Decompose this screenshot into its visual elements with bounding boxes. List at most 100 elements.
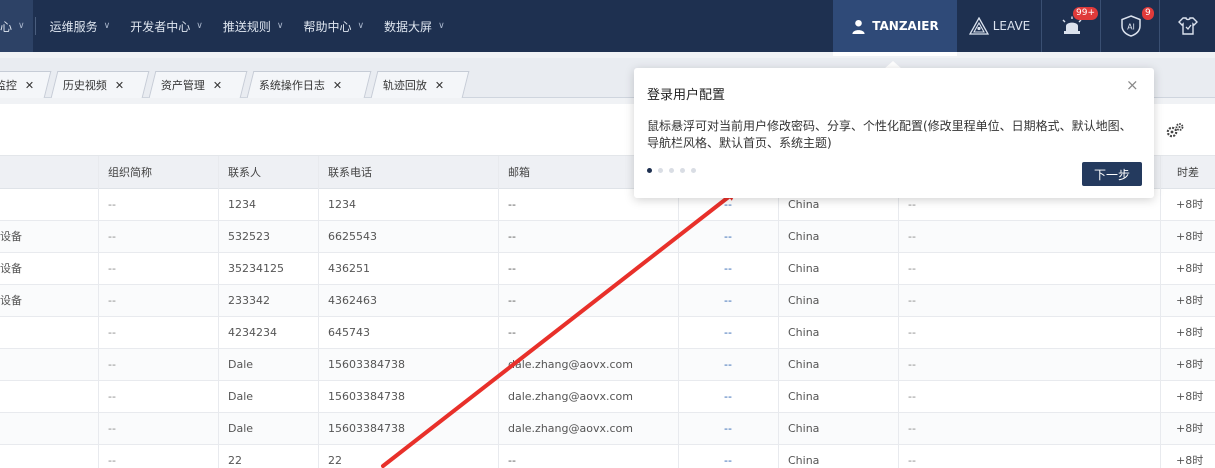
- cell-phone: 1234: [328, 198, 356, 211]
- column-settings-gears-icon[interactable]: [1165, 122, 1185, 140]
- cell-tz: +8时: [1176, 294, 1204, 307]
- cell-tz: +8时: [1176, 390, 1204, 403]
- col-header-contact[interactable]: 联系人: [228, 156, 261, 189]
- nav-menu-help-center[interactable]: 帮助中心 ∨: [293, 0, 374, 52]
- column-divider: [678, 156, 679, 468]
- nav-menu-monitor-center[interactable]: 心 ∨: [0, 0, 33, 52]
- cell-phone: 15603384738: [328, 390, 405, 403]
- nav-menu-label: 运维服务: [49, 19, 98, 34]
- cell-tz: +8时: [1176, 198, 1204, 211]
- cell-org: --: [108, 262, 116, 275]
- cell-d1: --: [724, 230, 732, 243]
- next-step-button[interactable]: 下一步: [1082, 162, 1142, 186]
- column-divider: [218, 156, 219, 468]
- table-row[interactable]: -- Dale 15603384738 dale.zhang@aovx.com -- Ch…: [0, 349, 1215, 381]
- tab-label: 系统操作日志: [258, 79, 325, 92]
- step-dot-active: [647, 168, 652, 173]
- col-header-phone[interactable]: 联系电话: [328, 156, 372, 189]
- tab-track-playback[interactable]: 轨迹回放 ✕: [370, 71, 470, 98]
- cell-phone: 6625543: [328, 230, 377, 243]
- cell-country: China: [788, 326, 820, 339]
- close-icon[interactable]: ✕: [25, 79, 34, 92]
- cell-email: --: [508, 198, 516, 211]
- cell-d2: --: [908, 422, 916, 435]
- cell-contact: 233342: [228, 294, 270, 307]
- tab-label: 资产管理: [160, 79, 205, 92]
- cell-country: China: [788, 422, 820, 435]
- leave-button[interactable]: LEAVE: [958, 0, 1042, 52]
- cell-d2: --: [908, 454, 916, 467]
- top-navigation-bar: 心 ∨ 运维服务 ∨ 开发者中心 ∨ 推送规则 ∨ 帮助中心 ∨ 数据大屏 ∨ …: [0, 0, 1215, 52]
- shirt-style-icon: [1178, 17, 1198, 35]
- cell-country: China: [788, 262, 820, 275]
- cell-org: --: [108, 294, 116, 307]
- table-row[interactable]: -- Dale 15603384738 dale.zhang@aovx.com -- Ch…: [0, 413, 1215, 445]
- cell-country: China: [788, 358, 820, 371]
- nav-menu-ops-service[interactable]: 运维服务 ∨: [40, 0, 121, 52]
- tab-history-video[interactable]: 历史视频 ✕: [50, 71, 150, 98]
- cell-tz: +8时: [1176, 326, 1204, 339]
- cell-c0: 设备: [0, 294, 22, 307]
- chevron-down-icon: ∨: [357, 21, 365, 31]
- close-icon[interactable]: ✕: [435, 79, 444, 92]
- cell-email: --: [508, 454, 516, 467]
- cell-org: --: [108, 326, 116, 339]
- table-row[interactable]: 设备 -- 233342 4362463 -- -- China -- +8时: [0, 285, 1215, 317]
- step-dot: [669, 168, 674, 173]
- table-row[interactable]: -- Dale 15603384738 dale.zhang@aovx.com -- Ch…: [0, 381, 1215, 413]
- col-header-email[interactable]: 邮箱: [508, 156, 530, 189]
- cell-c0: 设备: [0, 230, 22, 243]
- table-row[interactable]: 设备 -- 35234125 436251 -- -- China -- +8时: [0, 253, 1215, 285]
- cell-email: --: [508, 294, 516, 307]
- table-body: -- 1234 1234 -- -- China -- +8时 设备 -- 532523 662554…: [0, 189, 1215, 468]
- column-divider: [98, 156, 99, 468]
- table-row[interactable]: -- 22 22 -- -- China -- +8时: [0, 445, 1215, 468]
- tab-monitor[interactable]: 监控 ✕: [0, 71, 52, 98]
- table-row[interactable]: -- 4234234 645743 -- -- China -- +8时: [0, 317, 1215, 349]
- tab-asset-management[interactable]: 资产管理 ✕: [148, 71, 248, 98]
- cell-c0: 设备: [0, 262, 22, 275]
- table-row[interactable]: 设备 -- 532523 6625543 -- -- China -- +8时: [0, 221, 1215, 253]
- nav-menu-push-rules[interactable]: 推送规则 ∨: [213, 0, 294, 52]
- nav-menu-list: 心 ∨ 运维服务 ∨ 开发者中心 ∨ 推送规则 ∨ 帮助中心 ∨ 数据大屏 ∨: [0, 0, 455, 52]
- cell-email: --: [508, 262, 516, 275]
- cell-phone: 436251: [328, 262, 370, 275]
- cell-d2: --: [908, 390, 916, 403]
- alarm-button[interactable]: 99+: [1043, 0, 1101, 52]
- cell-d1: --: [724, 454, 732, 467]
- nav-menu-developer-center[interactable]: 开发者中心 ∨: [120, 0, 213, 52]
- user-icon: [852, 19, 865, 34]
- close-icon[interactable]: ✕: [213, 79, 222, 92]
- cell-d1: --: [724, 326, 732, 339]
- cell-d2: --: [908, 262, 916, 275]
- close-icon[interactable]: ✕: [333, 79, 342, 92]
- cell-d1: --: [724, 358, 732, 371]
- ai-assistant-button[interactable]: AI 9: [1102, 0, 1160, 52]
- theme-settings-button[interactable]: [1161, 0, 1215, 52]
- tab-label: 历史视频: [62, 79, 107, 92]
- nav-menu-data-screen[interactable]: 数据大屏 ∨: [374, 0, 455, 52]
- cell-tz: +8时: [1176, 454, 1204, 467]
- cell-phone: 15603384738: [328, 358, 405, 371]
- cell-phone: 15603384738: [328, 422, 405, 435]
- close-icon[interactable]: ×: [1126, 76, 1139, 94]
- chevron-down-icon: ∨: [196, 21, 203, 31]
- cell-email: dale.zhang@aovx.com: [508, 390, 633, 403]
- step-dot: [658, 168, 663, 173]
- cell-email: --: [508, 230, 516, 243]
- user-menu-button[interactable]: TANZAIER: [833, 0, 957, 52]
- col-header-org-short[interactable]: 组织简称: [108, 156, 152, 189]
- chevron-down-icon: ∨: [18, 21, 25, 31]
- cell-tz: +8时: [1176, 230, 1204, 243]
- step-dot: [691, 168, 696, 173]
- column-divider: [318, 156, 319, 468]
- cell-contact: Dale: [228, 422, 254, 435]
- cell-contact: Dale: [228, 390, 254, 403]
- column-divider: [498, 156, 499, 468]
- cell-country: China: [788, 294, 820, 307]
- col-header-timezone[interactable]: 时差: [1177, 156, 1199, 189]
- cell-contact: 22: [228, 454, 242, 467]
- close-icon[interactable]: ✕: [115, 79, 124, 92]
- tab-system-log[interactable]: 系统操作日志 ✕: [246, 71, 372, 98]
- cell-email: dale.zhang@aovx.com: [508, 358, 633, 371]
